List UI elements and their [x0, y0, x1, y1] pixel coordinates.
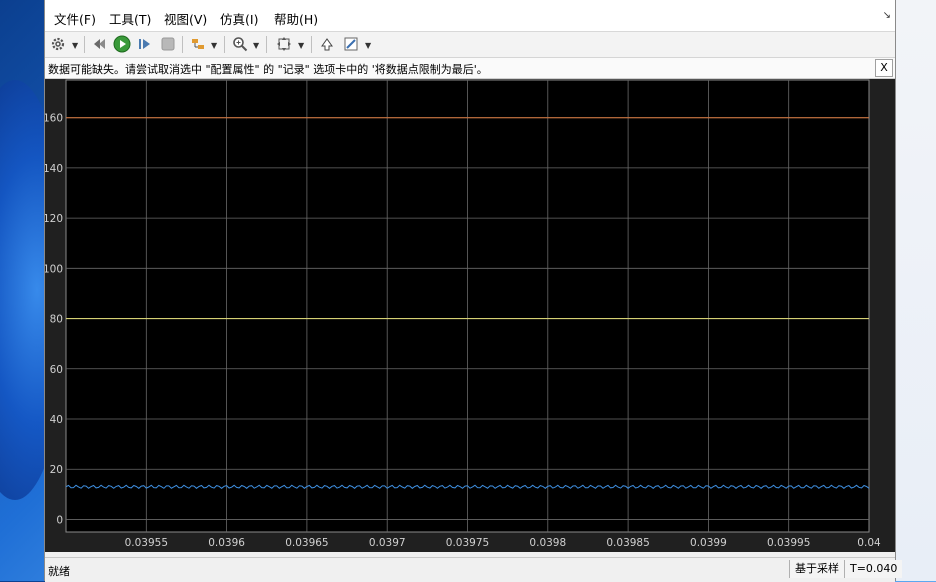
restore-icon[interactable] [318, 35, 336, 53]
menu-tools[interactable]: 工具(T) [109, 9, 151, 28]
toolbar-separator [224, 36, 225, 53]
fit-to-view-icon[interactable] [275, 35, 293, 53]
scope-window: 文件(F) 工具(T) 视图(V) 仿真(I) 帮助(H) ↘ ▼ ▼ ▼ ▼ … [43, 0, 903, 582]
desktop-background-right [892, 0, 936, 581]
y-tick-label: 120 [45, 213, 63, 225]
warning-infobar: 数据可能缺失。请尝试取消选中 "配置属性" 的 "记录" 选项卡中的 '将数据点… [45, 58, 895, 79]
toolbar: ▼ ▼ ▼ ▼ ▼ [45, 32, 895, 58]
zoom-dropdown-icon[interactable]: ▼ [253, 41, 259, 50]
y-tick-label: 60 [50, 364, 63, 376]
menu-help[interactable]: 帮助(H) [274, 9, 318, 28]
toolbar-separator [311, 36, 312, 53]
fit-dropdown-icon[interactable]: ▼ [298, 41, 304, 50]
toolbar-separator [266, 36, 267, 53]
warning-message: 数据可能缺失。请尝试取消选中 "配置属性" 的 "记录" 选项卡中的 '将数据点… [48, 63, 488, 76]
x-tick-label: 0.0396 [208, 537, 245, 549]
toolbar-separator [84, 36, 85, 53]
scope-plot[interactable]: 0.03955 0.0396 0.03965 0.0397 0.03975 0.0398 0… [43, 79, 895, 552]
toolbar-separator [182, 36, 183, 53]
x-tick-label: 0.0398 [529, 537, 566, 549]
menu-simulation[interactable]: 仿真(I) [220, 9, 258, 28]
y-tick-label: 40 [50, 414, 63, 426]
status-time: T=0.040 [844, 560, 903, 578]
x-tick-label: 0.0399 [690, 537, 727, 549]
y-tick-label: 80 [50, 314, 63, 326]
zoom-icon[interactable] [231, 35, 249, 53]
step-forward-icon[interactable] [136, 35, 154, 53]
stop-icon[interactable] [159, 35, 177, 53]
x-tick-label: 0.0397 [369, 537, 406, 549]
x-tick-label: 0.04 [857, 537, 881, 549]
signal-select-icon[interactable] [189, 35, 207, 53]
y-tick-label: 0 [56, 514, 63, 526]
x-tick-label: 0.03975 [446, 537, 489, 549]
y-tick-label: 20 [50, 464, 63, 476]
settings-dropdown-icon[interactable]: ▼ [72, 41, 78, 50]
collapse-menu-icon[interactable]: ↘ [883, 10, 891, 21]
plot-area: 0.03955 0.0396 0.03965 0.0397 0.03975 0.0398 0… [43, 79, 895, 552]
menu-bar: 文件(F) 工具(T) 视图(V) 仿真(I) 帮助(H) ↘ [45, 0, 895, 32]
status-bar: 就绪 基于采样 T=0.040 [45, 557, 903, 582]
style-icon[interactable] [342, 35, 360, 53]
rewind-icon[interactable] [91, 35, 109, 53]
menu-view[interactable]: 视图(V) [164, 9, 207, 28]
gear-icon[interactable] [49, 35, 67, 53]
style-dropdown-icon[interactable]: ▼ [365, 41, 371, 50]
status-ready: 就绪 [48, 565, 70, 578]
x-tick-label: 0.03965 [285, 537, 328, 549]
menu-file[interactable]: 文件(F) [54, 9, 96, 28]
close-infobar-button[interactable]: X [875, 59, 893, 77]
run-icon[interactable] [113, 35, 131, 53]
x-tick-label: 0.03955 [125, 537, 168, 549]
status-mode: 基于采样 [789, 560, 844, 578]
x-tick-label: 0.03995 [767, 537, 810, 549]
signal-select-dropdown-icon[interactable]: ▼ [211, 41, 217, 50]
y-tick-label: 100 [45, 263, 63, 275]
y-tick-label: 160 [45, 113, 63, 125]
x-tick-label: 0.03985 [606, 537, 649, 549]
y-tick-label: 140 [45, 163, 63, 175]
